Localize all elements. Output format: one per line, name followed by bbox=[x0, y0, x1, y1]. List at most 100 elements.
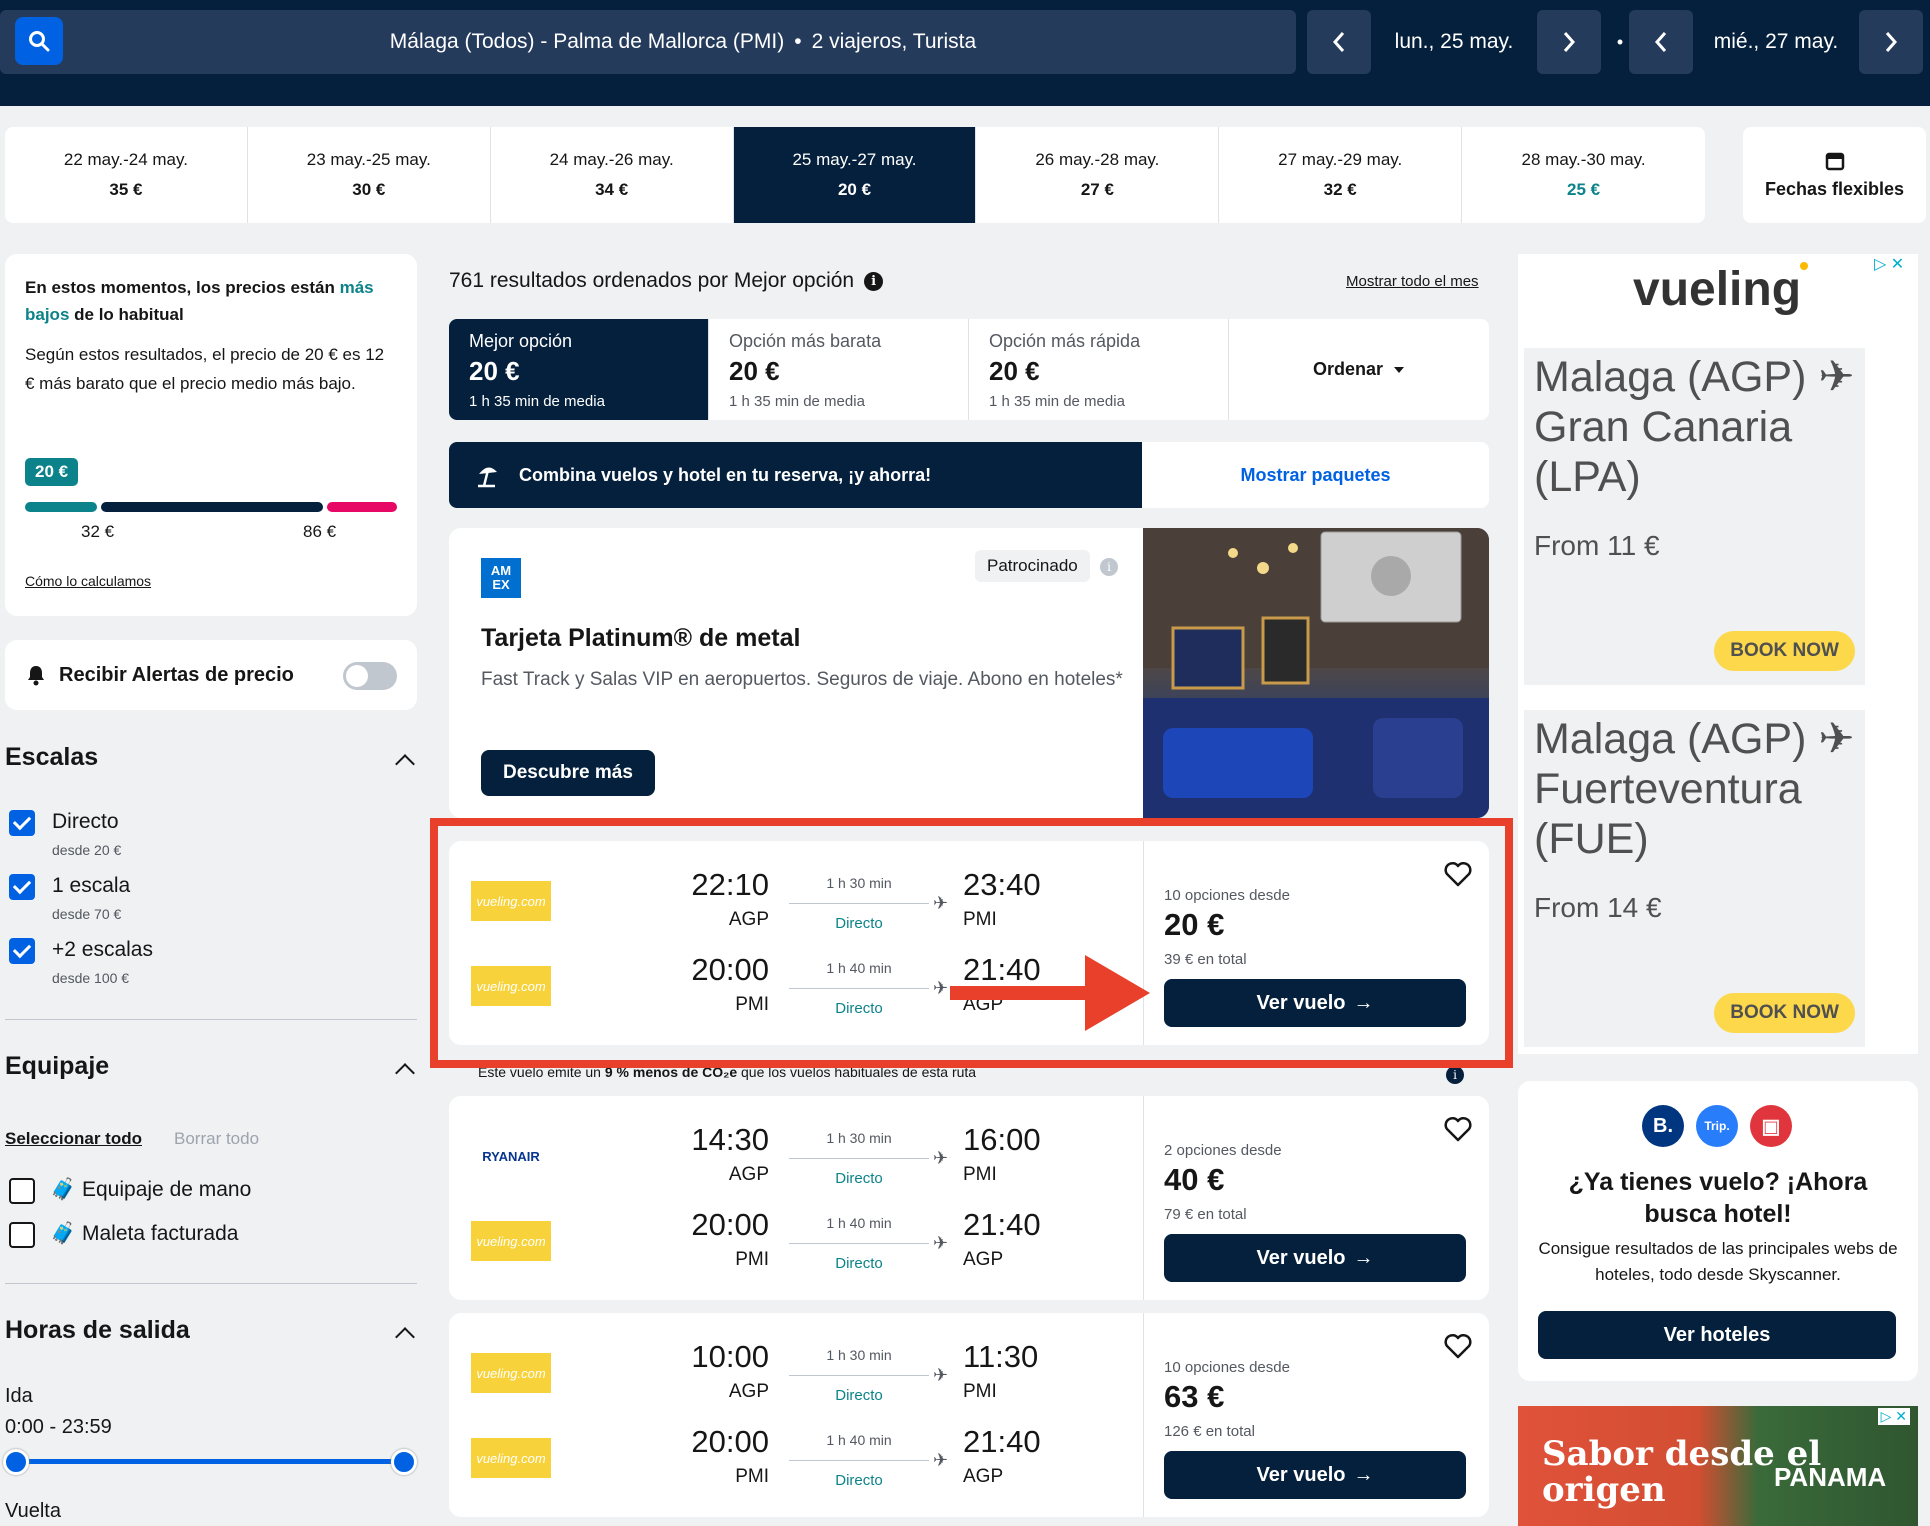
vueling-ad[interactable]: vueling ▷ ✕ Malaga (AGP) ✈ Gran Canaria … bbox=[1518, 254, 1918, 1054]
filter-divider bbox=[5, 1283, 417, 1284]
departure-slider-track[interactable] bbox=[16, 1459, 404, 1464]
ad-title: Tarjeta Platinum® de metal bbox=[481, 624, 801, 652]
date-option[interactable]: 23 may.-25 may. 30 € bbox=[248, 127, 491, 223]
sort-label: Ordenar bbox=[1312, 359, 1384, 379]
price-alerts-card: Recibir Alertas de precio bbox=[5, 640, 417, 710]
tab-label: Mejor opción bbox=[469, 331, 573, 351]
departure-slider-start-handle[interactable] bbox=[3, 1449, 29, 1475]
route-text: Málaga (Todos) - Palma de Mallorca (PMI) bbox=[389, 30, 785, 53]
flexible-dates-label: Fechas flexibles bbox=[1764, 178, 1905, 199]
date-option[interactable]: 24 may.-26 may. 34 € bbox=[491, 127, 734, 223]
date-price: 32 € bbox=[1323, 180, 1357, 199]
ad-choices-icon[interactable]: ▷ ✕ bbox=[1877, 1408, 1910, 1425]
carry-on-bag-icon: 🧳 bbox=[50, 1178, 77, 1201]
price-alerts-toggle[interactable] bbox=[343, 662, 397, 690]
stops-direct-checkbox[interactable] bbox=[9, 810, 35, 836]
info-icon[interactable]: i bbox=[1100, 558, 1118, 576]
sort-dropdown[interactable]: Ordenar bbox=[1229, 319, 1489, 420]
prev-return-date-button[interactable] bbox=[1629, 10, 1693, 74]
prev-depart-date-button[interactable] bbox=[1307, 10, 1371, 74]
hotel-promo-title: ¿Ya tienes vuelo? ¡Ahora busca hotel! bbox=[1568, 1168, 1868, 1228]
outbound-range: 0:00 - 23:59 bbox=[5, 1416, 112, 1438]
view-flight-button[interactable]: Ver vuelo → bbox=[1164, 1451, 1466, 1499]
date-option[interactable]: 27 may.-29 may. 32 € bbox=[1219, 127, 1463, 223]
vueling-offer[interactable]: Malaga (AGP) ✈ Gran Canaria (LPA) From 1… bbox=[1524, 348, 1865, 685]
chevron-up-icon[interactable] bbox=[395, 1327, 415, 1347]
date-option[interactable]: 26 may.-28 may. 27 € bbox=[976, 127, 1220, 223]
offer-route: Malaga (AGP) ✈ Fuerteventura (FUE) bbox=[1534, 715, 1855, 863]
arrival-airport: AGP bbox=[963, 1249, 1004, 1270]
checked-bag-checkbox[interactable] bbox=[9, 1222, 35, 1248]
view-hotels-button[interactable]: Ver hoteles bbox=[1538, 1311, 1896, 1359]
amex-ad-card[interactable]: AM EX Patrocinado i Tarjeta Platinum® de… bbox=[449, 528, 1489, 818]
heart-icon[interactable] bbox=[1444, 1333, 1472, 1359]
date-price: 20 € bbox=[837, 180, 872, 199]
date-strip: 22 may.-24 may. 35 € 23 may.-25 may. 30 € … bbox=[5, 127, 1705, 223]
panama-brand: PANAMA bbox=[1774, 1462, 1887, 1492]
date-range: 28 may.-30 may. bbox=[1521, 150, 1646, 169]
search-icon[interactable] bbox=[15, 17, 63, 65]
ad-choices-icon[interactable]: ▷ ✕ bbox=[1874, 254, 1904, 274]
book-now-button[interactable]: BOOK NOW bbox=[1714, 631, 1855, 671]
clear-all-link[interactable]: Borrar todo bbox=[174, 1129, 259, 1149]
heart-icon[interactable] bbox=[1444, 1116, 1472, 1142]
route-line bbox=[789, 1243, 929, 1244]
arrival-airport: PMI bbox=[963, 1164, 997, 1185]
panama-ad[interactable]: Sabor desde el origen PANAMA ▷ ✕ bbox=[1518, 1406, 1918, 1526]
offer-route: Malaga (AGP) ✈ Gran Canaria (LPA) bbox=[1534, 353, 1855, 501]
date-option-selected[interactable]: 25 may.-27 may. 20 € bbox=[733, 127, 977, 223]
flexible-dates-button[interactable]: Fechas flexibles bbox=[1743, 127, 1926, 223]
tab-best[interactable]: Mejor opción 20 € 1 h 35 min de media bbox=[449, 319, 709, 420]
departure-slider-end-handle[interactable] bbox=[391, 1449, 417, 1475]
stops-label: Directo bbox=[835, 1255, 883, 1272]
carry-on-checkbox[interactable] bbox=[9, 1178, 35, 1204]
departure-airport: PMI bbox=[735, 1466, 769, 1487]
search-summary[interactable]: Málaga (Todos) - Palma de Mallorca (PMI)… bbox=[0, 10, 1296, 74]
discover-more-button[interactable]: Descubre más bbox=[481, 750, 655, 796]
offer-price: From 14 € bbox=[1534, 892, 1662, 923]
date-price-lowest: 25 € bbox=[1567, 180, 1601, 199]
show-month-link[interactable]: Mostrar todo el mes bbox=[1346, 273, 1479, 290]
tab-cheapest[interactable]: Opción más barata 20 € 1 h 35 min de med… bbox=[709, 319, 969, 420]
departure-time: 14:30 bbox=[691, 1122, 769, 1157]
trip-logo: Trip. bbox=[1696, 1105, 1738, 1147]
view-flight-button[interactable]: Ver vuelo → bbox=[1164, 1234, 1466, 1282]
vueling-offer[interactable]: Malaga (AGP) ✈ Fuerteventura (FUE) From … bbox=[1524, 710, 1865, 1047]
tab-label: Opción más rápida bbox=[989, 331, 1141, 351]
next-return-date-button[interactable] bbox=[1859, 10, 1923, 74]
info-icon[interactable]: i bbox=[1446, 1066, 1464, 1084]
show-packages-link[interactable]: Mostrar paquetes bbox=[1142, 442, 1489, 508]
how-we-calculate-link[interactable]: Cómo lo calculamos bbox=[25, 573, 151, 589]
depart-date[interactable]: lun., 25 may. bbox=[1372, 10, 1536, 74]
tab-price: 20 € bbox=[989, 356, 1040, 386]
chevron-up-icon[interactable] bbox=[395, 1063, 415, 1083]
chevron-left-icon bbox=[1654, 32, 1667, 52]
chevron-right-icon bbox=[1885, 32, 1898, 52]
date-option[interactable]: 28 may.-30 may. 25 € bbox=[1462, 127, 1705, 223]
select-all-link[interactable]: Seleccionar todo bbox=[5, 1129, 142, 1149]
tab-fastest[interactable]: Opción más rápida 20 € 1 h 35 min de med… bbox=[969, 319, 1229, 420]
price-bar-low bbox=[25, 502, 97, 512]
flight-result-card[interactable]: vueling.com 10:00 AGP 1 h 30 min ✈ Direc… bbox=[449, 1313, 1489, 1517]
total-price: 126 € en total bbox=[1164, 1423, 1255, 1440]
date-range: 23 may.-25 may. bbox=[306, 150, 431, 169]
info-icon[interactable]: i bbox=[864, 271, 884, 291]
heading-text: de lo habitual bbox=[69, 305, 184, 324]
return-date[interactable]: mié., 27 may. bbox=[1694, 10, 1858, 74]
book-now-button[interactable]: BOOK NOW bbox=[1714, 993, 1855, 1033]
price-insight-body: Según estos resultados, el precio de 20 … bbox=[25, 345, 385, 393]
next-depart-date-button[interactable] bbox=[1537, 10, 1601, 74]
heading-text: En estos momentos, los precios están bbox=[25, 278, 340, 297]
flight-result-card[interactable]: RYANAIR 14:30 AGP 1 h 30 min ✈ Directo 1… bbox=[449, 1096, 1489, 1300]
date-option[interactable]: 22 may.-24 may. 35 € bbox=[5, 127, 248, 223]
chevron-up-icon[interactable] bbox=[395, 754, 415, 774]
stops-2plus-checkbox[interactable] bbox=[9, 938, 35, 964]
flight-leg-outbound: RYANAIR 14:30 AGP 1 h 30 min ✈ Directo 1… bbox=[449, 1116, 1143, 1202]
stops-option-label: Directo bbox=[52, 810, 119, 833]
plane-icon: ✈ bbox=[933, 1148, 949, 1168]
arrow-right-icon: → bbox=[1353, 1246, 1374, 1269]
baggage-option-label: Maleta facturada bbox=[82, 1222, 239, 1245]
current-price-badge: 20 € bbox=[25, 458, 79, 486]
baggage-option: 🧳 Maleta facturada bbox=[50, 1222, 238, 1246]
stops-1-checkbox[interactable] bbox=[9, 874, 35, 900]
